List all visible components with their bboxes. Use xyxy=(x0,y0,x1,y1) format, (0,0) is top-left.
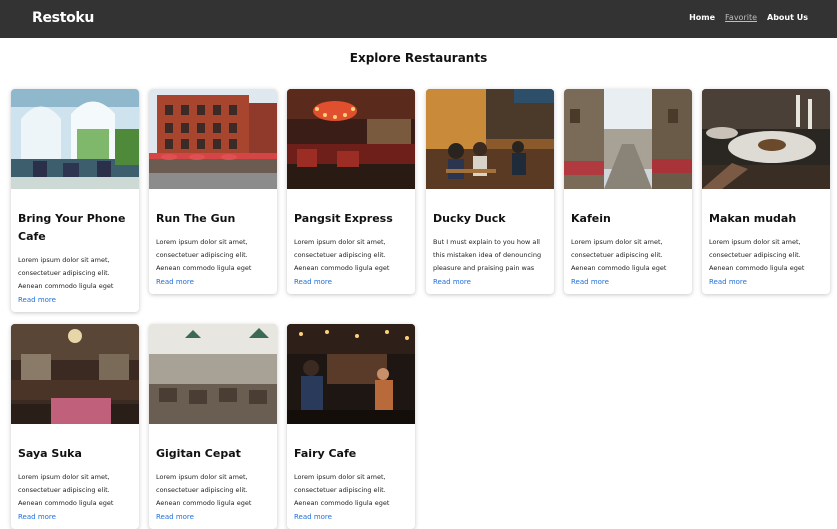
restaurant-photo[interactable] xyxy=(702,89,830,189)
read-more-link[interactable]: Read more xyxy=(571,278,685,286)
read-more-link[interactable]: Read more xyxy=(156,513,270,521)
restaurant-description: Lorem ipsum dolor sit amet, consectetuer… xyxy=(156,473,252,507)
restaurant-card[interactable]: Ducky Duck But I must explain to you how… xyxy=(426,89,554,294)
nav-link-favorite[interactable]: Favorite xyxy=(725,13,757,22)
restaurant-name: Run The Gun xyxy=(156,212,236,225)
restaurant-description: Lorem ipsum dolor sit amet, consectetuer… xyxy=(156,238,252,272)
restaurant-photo[interactable] xyxy=(149,89,277,189)
restaurant-photo[interactable] xyxy=(287,89,415,189)
nav-link-about-us[interactable]: About Us xyxy=(767,13,808,22)
restaurant-name: Saya Suka xyxy=(18,447,82,460)
restaurant-card[interactable]: Makan mudah Lorem ipsum dolor sit amet, … xyxy=(702,89,830,294)
restaurant-card[interactable]: Run The Gun Lorem ipsum dolor sit amet, … xyxy=(149,89,277,294)
read-more-link[interactable]: Read more xyxy=(294,513,408,521)
restaurant-description: But I must explain to you how all this m… xyxy=(433,238,542,272)
restaurant-name: Fairy Cafe xyxy=(294,447,357,460)
restaurant-photo[interactable] xyxy=(426,89,554,189)
restaurant-photo[interactable] xyxy=(564,89,692,189)
restaurant-description: Lorem ipsum dolor sit amet, consectetuer… xyxy=(18,473,114,507)
restaurant-description: Lorem ipsum dolor sit amet, consectetuer… xyxy=(294,473,390,507)
brand-logo-text[interactable]: Restoku xyxy=(32,10,94,26)
restaurant-photo[interactable] xyxy=(149,324,277,424)
top-navbar: Restoku Home Favorite About Us xyxy=(0,0,837,38)
restaurant-description: Lorem ipsum dolor sit amet, consectetuer… xyxy=(294,238,390,272)
restaurant-name: Gigitan Cepat xyxy=(156,447,241,460)
nav-links: Home Favorite About Us xyxy=(689,13,808,22)
restaurant-description: Lorem ipsum dolor sit amet, consectetuer… xyxy=(709,238,805,272)
page-title: Explore Restaurants xyxy=(349,51,488,65)
read-more-link[interactable]: Read more xyxy=(18,513,132,521)
restaurant-name: Pangsit Express xyxy=(294,212,393,225)
read-more-link[interactable]: Read more xyxy=(433,278,547,286)
restaurant-name: Makan mudah xyxy=(709,212,797,225)
read-more-link[interactable]: Read more xyxy=(156,278,270,286)
restaurant-name: Kafein xyxy=(571,212,611,225)
nav-link-home[interactable]: Home xyxy=(689,13,715,22)
read-more-link[interactable]: Read more xyxy=(709,278,823,286)
read-more-link[interactable]: Read more xyxy=(294,278,408,286)
read-more-link[interactable]: Read more xyxy=(18,296,132,304)
restaurant-photo[interactable] xyxy=(11,324,139,424)
restaurant-name: Ducky Duck xyxy=(433,212,506,225)
restaurant-card[interactable]: Gigitan Cepat Lorem ipsum dolor sit amet… xyxy=(149,324,277,529)
restaurant-card[interactable]: Kafein Lorem ipsum dolor sit amet, conse… xyxy=(564,89,692,294)
restaurant-card[interactable]: Pangsit Express Lorem ipsum dolor sit am… xyxy=(287,89,415,294)
restaurant-photo[interactable] xyxy=(287,324,415,424)
restaurant-description: Lorem ipsum dolor sit amet, consectetuer… xyxy=(571,238,667,272)
restaurant-card[interactable]: Fairy Cafe Lorem ipsum dolor sit amet, c… xyxy=(287,324,415,529)
restaurant-card[interactable]: Saya Suka Lorem ipsum dolor sit amet, co… xyxy=(11,324,139,529)
restaurant-description: Lorem ipsum dolor sit amet, consectetuer… xyxy=(18,256,114,290)
restaurant-card[interactable]: Bring Your Phone Cafe Lorem ipsum dolor … xyxy=(11,89,139,312)
restaurant-name: Bring Your Phone Cafe xyxy=(18,212,126,243)
restaurant-photo[interactable] xyxy=(11,89,139,189)
